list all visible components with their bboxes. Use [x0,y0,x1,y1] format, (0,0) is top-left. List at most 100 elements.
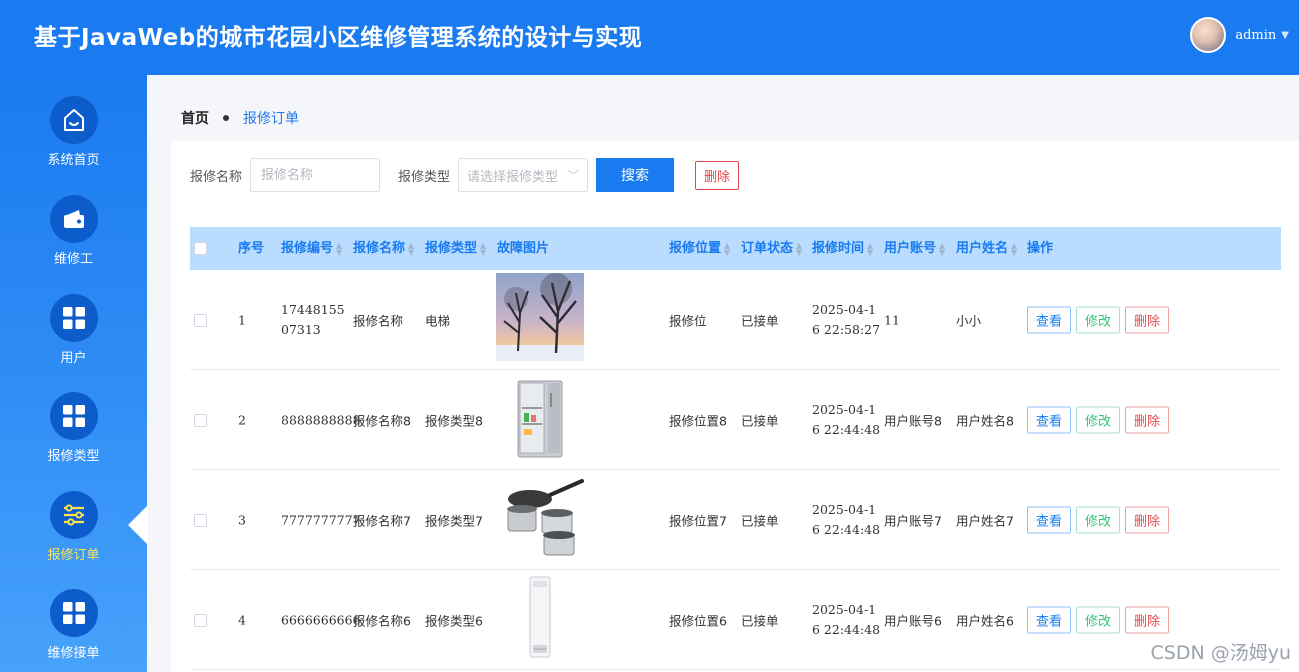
search-button[interactable]: 搜索 [596,158,675,192]
cell-username: 用户姓名6 [956,613,1014,628]
col-location-label: 报修位置 [669,241,722,256]
sort-icon[interactable]: ▲ ▼ [724,241,730,256]
chevron-down-icon: ﹀ [568,169,580,182]
view-button[interactable]: 查看 [1027,606,1072,633]
col-account-label: 用户账号 [884,241,937,256]
col-name-label: 报修名称 [353,241,406,256]
sidebar-item-label: 用户 [60,351,87,366]
cell-code: 6666666666 [281,612,361,627]
fault-image-winter-tree[interactable] [496,273,584,361]
sort-icon[interactable]: ▲ ▼ [480,241,486,256]
sort-icon[interactable]: ▲ ▼ [336,241,342,256]
cell-status: 已接单 [741,413,779,428]
batch-delete-button[interactable]: 删除 [695,160,740,190]
col-code[interactable]: 报修编号 ▲ ▼ [281,227,342,270]
cell-index: 4 [238,612,246,627]
breadcrumb: 首页 报修订单 [181,108,299,128]
sidebar-item-label: 维修工 [53,252,93,267]
cell-type: 报修类型8 [425,413,483,428]
edit-button[interactable]: 修改 [1076,506,1121,533]
delete-button[interactable]: 删除 [1125,506,1170,533]
sort-icon[interactable]: ▲ ▼ [867,241,873,256]
col-status-label: 订单状态 [741,241,794,256]
cell-location: 报修位置6 [669,613,727,628]
sort-icon[interactable]: ▲ ▼ [939,241,945,256]
fault-image-air-conditioner[interactable] [496,573,584,661]
type-select[interactable]: 请选择报修类型 ﹀ [458,158,589,192]
fault-image-cookware[interactable] [496,473,584,561]
col-image: 故障图片 [497,241,550,256]
fault-image-refrigerator[interactable] [496,373,584,461]
search-bar: 报修名称 报修类型 请选择报修类型 ﹀ 搜索 删除 [190,158,740,192]
sidebar-item-users[interactable]: 用户 [0,294,147,366]
sidebar-item-repair-accept[interactable]: 维修接单 [0,589,147,661]
sort-icon[interactable]: ▲ ▼ [796,241,802,256]
view-button[interactable]: 查看 [1027,406,1072,433]
name-label: 报修名称 [190,169,243,185]
row-actions: 查看 修改 删除 [1027,506,1174,533]
delete-button[interactable]: 删除 [1125,406,1170,433]
col-time[interactable]: 报修时间 ▲ ▼ [812,227,873,270]
cell-type: 电梯 [425,313,451,328]
edit-button[interactable]: 修改 [1076,406,1121,433]
table-row: 1 1744815507313 报修名称 电梯 报修位 已接单 2025-04-… [190,270,1281,370]
caret-down-icon[interactable]: ▼ [1281,30,1289,41]
user-menu[interactable]: admin ▼ [1190,17,1289,53]
sort-icon[interactable]: ▲ ▼ [1011,241,1017,256]
col-name[interactable]: 报修名称 ▲ ▼ [353,227,414,270]
edit-button[interactable]: 修改 [1076,306,1121,333]
col-type[interactable]: 报修类型 ▲ ▼ [425,227,486,270]
row-checkbox[interactable] [194,314,207,327]
select-all-checkbox[interactable] [194,242,207,255]
app-title: 基于JavaWeb的城市花园小区维修管理系统的设计与实现 [34,25,643,51]
sidebar-item-repair-order[interactable]: 报修订单 [0,491,147,563]
type-label: 报修类型 [398,169,451,185]
cell-name: 报修名称 [353,313,404,328]
col-index: 序号 [238,241,265,256]
col-location[interactable]: 报修位置 ▲ ▼ [669,227,730,270]
cell-time: 2025-04-16 22:58:27 [812,301,881,337]
breadcrumb-current: 报修订单 [243,111,299,127]
delete-button[interactable]: 删除 [1125,606,1170,633]
cell-code: 7777777777 [281,512,361,527]
sidebar-item-label: 系统首页 [47,153,100,168]
sidebar-item-home[interactable]: 系统首页 [0,96,147,168]
row-checkbox[interactable] [194,514,207,527]
cell-account: 用户账号7 [884,513,942,528]
table-row: 4 6666666666 报修名称6 报修类型6 报修位置6 已接单 2025-… [190,570,1281,670]
cell-username: 用户姓名7 [956,513,1014,528]
delete-button[interactable]: 删除 [1125,306,1170,333]
breadcrumb-home[interactable]: 首页 [181,108,209,128]
col-status[interactable]: 订单状态 ▲ ▼ [741,227,802,270]
cell-account: 用户账号8 [884,413,942,428]
col-account[interactable]: 用户账号 ▲ ▼ [884,227,945,270]
sidebar-item-repair-type[interactable]: 报修类型 [0,392,147,464]
col-type-label: 报修类型 [425,241,478,256]
sidebar-item-worker[interactable]: 维修工 [0,195,147,267]
username[interactable]: admin [1235,28,1276,43]
col-code-label: 报修编号 [281,241,334,256]
sidebar-item-label: 报修订单 [47,548,100,563]
top-header: 基于JavaWeb的城市花园小区维修管理系统的设计与实现 admin ▼ [0,0,1299,75]
view-button[interactable]: 查看 [1027,306,1072,333]
row-actions: 查看 修改 删除 [1027,406,1174,433]
cell-location: 报修位置8 [669,413,727,428]
sidebar-item-label: 报修类型 [47,449,100,464]
cell-status: 已接单 [741,313,779,328]
sort-icon[interactable]: ▲ ▼ [408,241,414,256]
avatar[interactable] [1190,17,1227,53]
col-username-label: 用户姓名 [956,241,1009,256]
cell-time: 2025-04-16 22:44:48 [812,601,881,637]
edit-button[interactable]: 修改 [1076,606,1121,633]
sliders-icon [49,491,98,539]
home-icon [49,96,98,144]
cell-name: 报修名称7 [353,513,411,528]
view-button[interactable]: 查看 [1027,506,1072,533]
col-username[interactable]: 用户姓名 ▲ ▼ [956,227,1017,270]
cell-name: 报修名称6 [353,613,411,628]
row-checkbox[interactable] [194,614,207,627]
name-search-input[interactable] [250,158,381,192]
cell-status: 已接单 [741,513,779,528]
row-checkbox[interactable] [194,414,207,427]
cell-username: 用户姓名8 [956,413,1014,428]
